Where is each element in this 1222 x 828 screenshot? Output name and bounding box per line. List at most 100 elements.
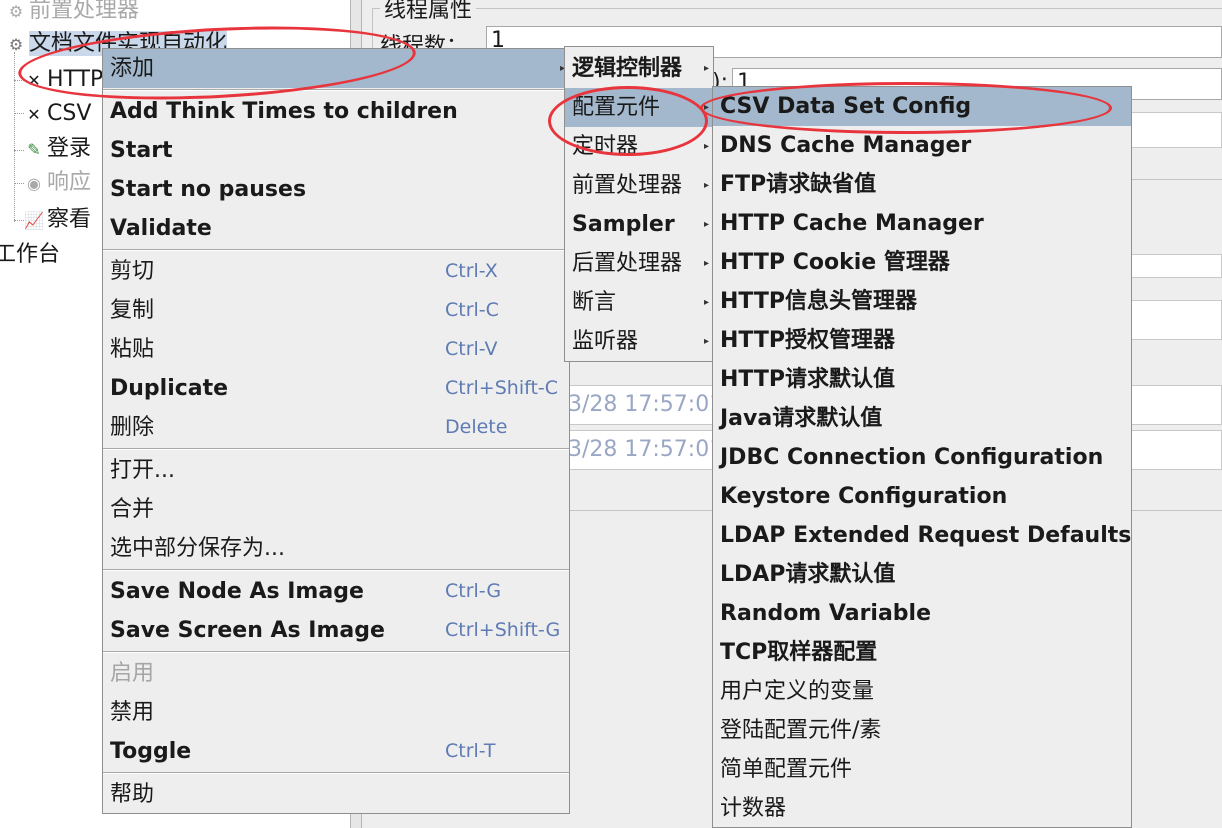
config-item-ldap-defaults[interactable]: LDAP请求默认值	[713, 555, 1131, 594]
menu-item-start[interactable]: Start	[103, 131, 569, 170]
tree-item-label: HTTP	[47, 67, 104, 92]
submenu-item-timer[interactable]: 定时器 ▸	[565, 127, 713, 166]
menu-item-copy[interactable]: 复制 Ctrl-C	[103, 291, 569, 330]
menu-item-delete[interactable]: 删除 Delete	[103, 408, 569, 447]
config-item-login-config[interactable]: 登陆配置元件/素	[713, 711, 1131, 750]
menu-item-disable[interactable]: 禁用	[103, 693, 569, 732]
submenu-item-logic-controller[interactable]: 逻辑控制器 ▸	[565, 49, 713, 88]
menu-item-add[interactable]: 添加 ▸	[103, 49, 569, 88]
config-item-random-variable[interactable]: Random Variable	[713, 594, 1131, 633]
end-time-value: 3/28 17:57:01	[568, 437, 724, 462]
config-item-dns-cache-manager[interactable]: DNS Cache Manager	[713, 126, 1131, 165]
config-item-ldap-extended-defaults[interactable]: LDAP Extended Request Defaults	[713, 516, 1131, 555]
config-item-jdbc-connection[interactable]: JDBC Connection Configuration	[713, 438, 1131, 477]
config-item-simple-config[interactable]: 简单配置元件	[713, 750, 1131, 789]
menu-item-label: Add Think Times to children	[110, 99, 458, 124]
menu-item-cut[interactable]: 剪切 Ctrl-X	[103, 252, 569, 291]
menu-item-save-screen-as-image[interactable]: Save Screen As Image Ctrl+Shift-G	[103, 611, 569, 650]
add-submenu: 逻辑控制器 ▸ 配置元件 ▸ 定时器 ▸ 前置处理器 ▸ Sampler ▸ 后置处理器 ▸…	[564, 46, 714, 362]
menu-item-shortcut: Ctrl+Shift-C	[445, 377, 559, 399]
config-item-http-auth-manager[interactable]: HTTP授权管理器	[713, 321, 1131, 360]
menu-item-toggle[interactable]: Toggle Ctrl-T	[103, 732, 569, 771]
menu-item-label: 定时器	[572, 134, 639, 159]
menu-item-label: 粘贴	[110, 337, 155, 362]
config-item-http-header-manager[interactable]: HTTP信息头管理器	[713, 282, 1131, 321]
menu-item-label: Validate	[110, 216, 212, 241]
config-item-java-request-defaults[interactable]: Java请求默认值	[713, 399, 1131, 438]
config-item-tcp-sampler-config[interactable]: TCP取样器配置	[713, 633, 1131, 672]
tree-item-response[interactable]: ◉ 响应	[24, 166, 91, 200]
tree-item-http[interactable]: ✕ HTTP	[24, 63, 103, 97]
menu-item-label: 后置处理器	[572, 251, 683, 276]
submenu-item-sampler[interactable]: Sampler ▸	[565, 205, 713, 244]
submenu-arrow-icon: ▸	[703, 180, 709, 191]
config-item-http-request-defaults[interactable]: HTTP请求默认值	[713, 360, 1131, 399]
start-time-value: 3/28 17:57:01	[568, 392, 724, 417]
submenu-arrow-icon: ▸	[703, 336, 709, 347]
assertion-icon: ◉	[27, 174, 41, 193]
config-item-ftp-defaults[interactable]: FTP请求缺省值	[713, 165, 1131, 204]
config-item-user-defined-variables[interactable]: 用户定义的变量	[713, 672, 1131, 711]
menu-item-label: Duplicate	[110, 376, 229, 401]
config-item-http-cookie-manager[interactable]: HTTP Cookie 管理器	[713, 243, 1131, 282]
group-title: 线程属性	[380, 0, 477, 24]
submenu-item-config-element[interactable]: 配置元件 ▸	[565, 88, 713, 127]
menu-item-label: FTP请求缺省值	[720, 172, 877, 197]
config-item-csv-data-set[interactable]: CSV Data Set Config	[713, 87, 1131, 126]
submenu-item-postprocessor[interactable]: 后置处理器 ▸	[565, 244, 713, 283]
menu-item-shortcut: Delete	[445, 416, 508, 438]
gear-icon: ⚙	[8, 35, 24, 54]
tree-item-view-results[interactable]: 📈 察看	[24, 203, 91, 237]
menu-item-label: 禁用	[110, 700, 155, 725]
config-item-keystore[interactable]: Keystore Configuration	[713, 477, 1131, 516]
tree-item-preprocessor[interactable]: ⚙ 前置处理器	[6, 0, 139, 28]
context-menu: 添加 ▸ Add Think Times to children Start S…	[102, 48, 570, 814]
config-item-http-cache-manager[interactable]: HTTP Cache Manager	[713, 204, 1131, 243]
menu-item-label: HTTP授权管理器	[720, 328, 896, 353]
menu-item-label: Java请求默认值	[720, 406, 883, 431]
menu-item-shortcut: Ctrl-T	[445, 740, 496, 762]
menu-item-shortcut: Ctrl-V	[445, 338, 498, 360]
tree-item-csv[interactable]: ✕ CSV	[24, 97, 91, 131]
tree-item-label: CSV	[47, 101, 92, 126]
submenu-item-assertion[interactable]: 断言 ▸	[565, 283, 713, 322]
menu-item-label: LDAP Extended Request Defaults	[720, 523, 1132, 548]
menu-item-save-node-as-image[interactable]: Save Node As Image Ctrl-G	[103, 572, 569, 611]
submenu-arrow-icon: ▸	[703, 63, 709, 74]
config-element-submenu: CSV Data Set Config DNS Cache Manager FT…	[712, 86, 1132, 828]
config-item-counter[interactable]: 计数器	[713, 789, 1131, 828]
submenu-item-preprocessor[interactable]: 前置处理器 ▸	[565, 166, 713, 205]
menu-item-duplicate[interactable]: Duplicate Ctrl+Shift-C	[103, 369, 569, 408]
menu-item-validate[interactable]: Validate	[103, 209, 569, 248]
menu-item-open[interactable]: 打开...	[103, 451, 569, 490]
tree-item-login[interactable]: ✎ 登录	[24, 132, 91, 166]
menu-item-label: 启用	[110, 661, 155, 686]
menu-item-start-no-pauses[interactable]: Start no pauses	[103, 170, 569, 209]
menu-item-label: CSV Data Set Config	[720, 94, 972, 119]
menu-separator	[103, 569, 569, 571]
menu-item-label: 添加	[110, 56, 155, 81]
submenu-arrow-icon: ▸	[703, 102, 709, 113]
menu-item-help[interactable]: 帮助	[103, 775, 569, 814]
menu-item-label: 简单配置元件	[720, 757, 853, 782]
menu-item-merge[interactable]: 合并	[103, 490, 569, 529]
menu-separator	[103, 772, 569, 774]
submenu-arrow-icon: ▸	[703, 141, 709, 152]
menu-item-label: TCP取样器配置	[720, 640, 878, 665]
submenu-item-listener[interactable]: 监听器 ▸	[565, 322, 713, 361]
menu-item-label: DNS Cache Manager	[720, 133, 972, 158]
menu-item-label: HTTP信息头管理器	[720, 289, 918, 314]
wrench-icon: ✕	[27, 105, 41, 124]
wrench-icon: ✕	[27, 71, 41, 90]
menu-item-paste[interactable]: 粘贴 Ctrl-V	[103, 330, 569, 369]
submenu-arrow-icon: ▸	[703, 258, 709, 269]
menu-item-label: JDBC Connection Configuration	[720, 445, 1104, 470]
menu-item-label: 登陆配置元件/素	[720, 718, 882, 743]
menu-item-label: 前置处理器	[572, 173, 683, 198]
menu-item-label: 计数器	[720, 796, 787, 821]
menu-item-label: Keystore Configuration	[720, 484, 1008, 509]
tree-item-workbench[interactable]: 工作台	[0, 238, 60, 272]
menu-item-add-think-times[interactable]: Add Think Times to children	[103, 92, 569, 131]
menu-item-save-selection-as[interactable]: 选中部分保存为...	[103, 529, 569, 568]
menu-item-label: 监听器	[572, 329, 639, 354]
